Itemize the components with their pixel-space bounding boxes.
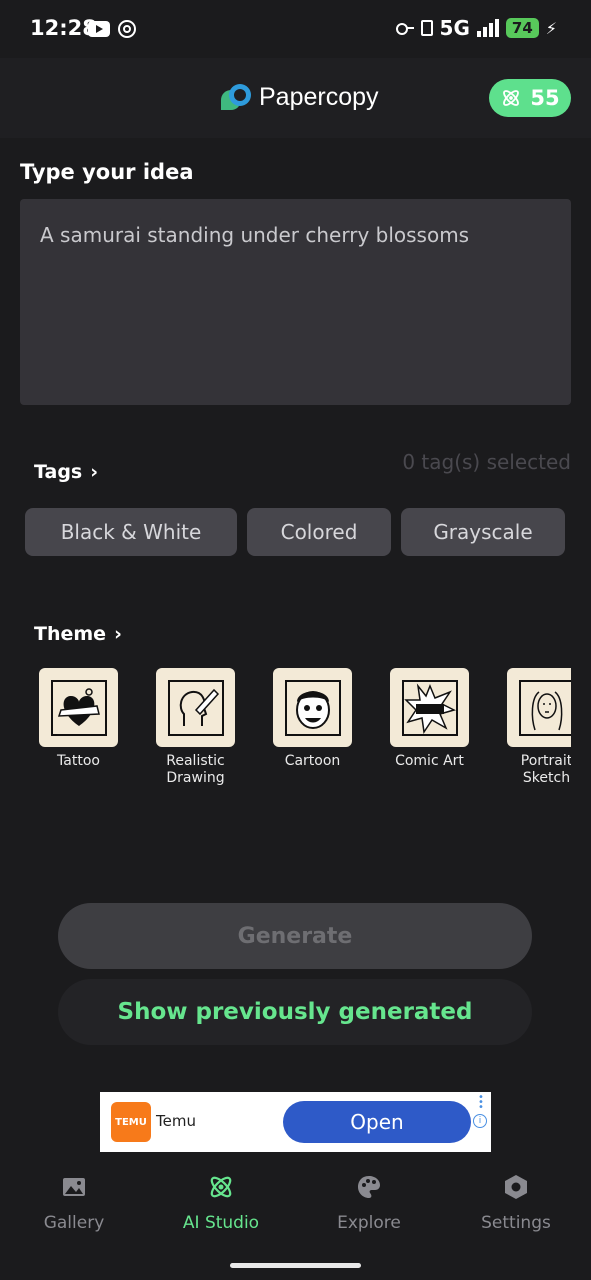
tags-selected-count: 0 tag(s) selected	[402, 450, 571, 474]
show-previous-button[interactable]: Show previously generated	[58, 979, 532, 1045]
hexagon-settings-icon	[505, 1175, 527, 1199]
vibrate-icon	[420, 20, 433, 36]
nav-settings[interactable]: Settings	[442, 1173, 590, 1233]
chevron-right-icon: ›	[114, 623, 122, 645]
theme-label: Comic Art	[395, 753, 464, 769]
theme-heading[interactable]: Theme ›	[34, 623, 122, 645]
palette-icon	[358, 1176, 380, 1198]
tag-grayscale[interactable]: Grayscale	[401, 508, 565, 556]
theme-tattoo[interactable]: Tattoo	[20, 668, 137, 770]
nav-label: Gallery	[43, 1213, 105, 1233]
network-type: 5G	[439, 16, 470, 40]
theme-label: Cartoon	[284, 753, 341, 769]
tags-heading[interactable]: Tags ›	[34, 461, 98, 483]
image-icon	[63, 1178, 85, 1196]
cartoon-face-icon	[273, 668, 352, 747]
ad-advertiser: Temu	[156, 1112, 196, 1130]
tattoo-heart-icon	[39, 668, 118, 747]
theme-realistic-drawing[interactable]: Realistic Drawing	[137, 668, 254, 787]
tag-colored[interactable]: Colored	[247, 508, 391, 556]
charging-icon: ⚡	[545, 18, 557, 38]
realistic-drawing-icon	[156, 668, 235, 747]
tags-heading-label: Tags	[34, 461, 83, 483]
app-name: Papercopy	[259, 82, 379, 111]
ad-open-button[interactable]: Open	[283, 1101, 471, 1143]
nav-label: Settings	[481, 1213, 551, 1233]
ad-banner[interactable]: TEMU Temu Open • • • i	[100, 1092, 491, 1152]
home-indicator[interactable]	[230, 1263, 361, 1268]
nav-label: Explore	[337, 1213, 401, 1233]
theme-label: Tattoo	[57, 753, 100, 769]
credits-button[interactable]: 55	[489, 79, 571, 117]
theme-carousel[interactable]: Tattoo Realistic Drawing Cartoon Comic A…	[20, 668, 571, 798]
more-vert-icon[interactable]: • • •	[478, 1093, 484, 1113]
portrait-sketch-icon	[507, 668, 571, 747]
credits-count: 55	[530, 86, 560, 110]
app-header: Papercopy 55	[0, 58, 591, 138]
status-indicators: 5G 74 ⚡	[395, 16, 557, 40]
chevron-right-icon: ›	[90, 461, 99, 483]
idea-heading: Type your idea	[20, 160, 194, 184]
app-logo: Papercopy	[221, 82, 379, 112]
nav-gallery[interactable]: Gallery	[0, 1173, 148, 1233]
info-icon[interactable]: i	[473, 1114, 487, 1128]
nav-ai-studio[interactable]: AI Studio	[147, 1173, 295, 1233]
theme-comic-art[interactable]: Comic Art	[371, 668, 488, 770]
nav-label: AI Studio	[182, 1213, 260, 1233]
status-time: 12:28	[30, 16, 97, 40]
signal-icon	[476, 19, 499, 37]
key-icon	[395, 23, 414, 35]
idea-input[interactable]: A samurai standing under cherry blossoms	[20, 199, 571, 405]
generate-button[interactable]: Generate	[58, 903, 532, 969]
nav-explore[interactable]: Explore	[295, 1173, 443, 1233]
temu-logo: TEMU	[111, 1102, 151, 1142]
comic-burst-icon	[390, 668, 469, 747]
theme-cartoon[interactable]: Cartoon	[254, 668, 371, 770]
youtube-icon	[88, 21, 110, 37]
battery-icon: 74	[505, 18, 539, 38]
papercopy-logo-icon	[221, 82, 251, 112]
atom-icon	[210, 1176, 232, 1198]
tag-black-white[interactable]: Black & White	[25, 508, 237, 556]
theme-label: Realistic Drawing	[166, 753, 225, 786]
hotspot-icon	[118, 20, 136, 38]
status-bar: 12:28 5G 74 ⚡	[0, 0, 591, 58]
atom-icon	[503, 90, 520, 106]
theme-label: Portrait Sketch	[520, 753, 571, 786]
theme-portrait-sketch[interactable]: Portrait Sketch	[488, 668, 571, 787]
theme-heading-label: Theme	[34, 623, 107, 645]
